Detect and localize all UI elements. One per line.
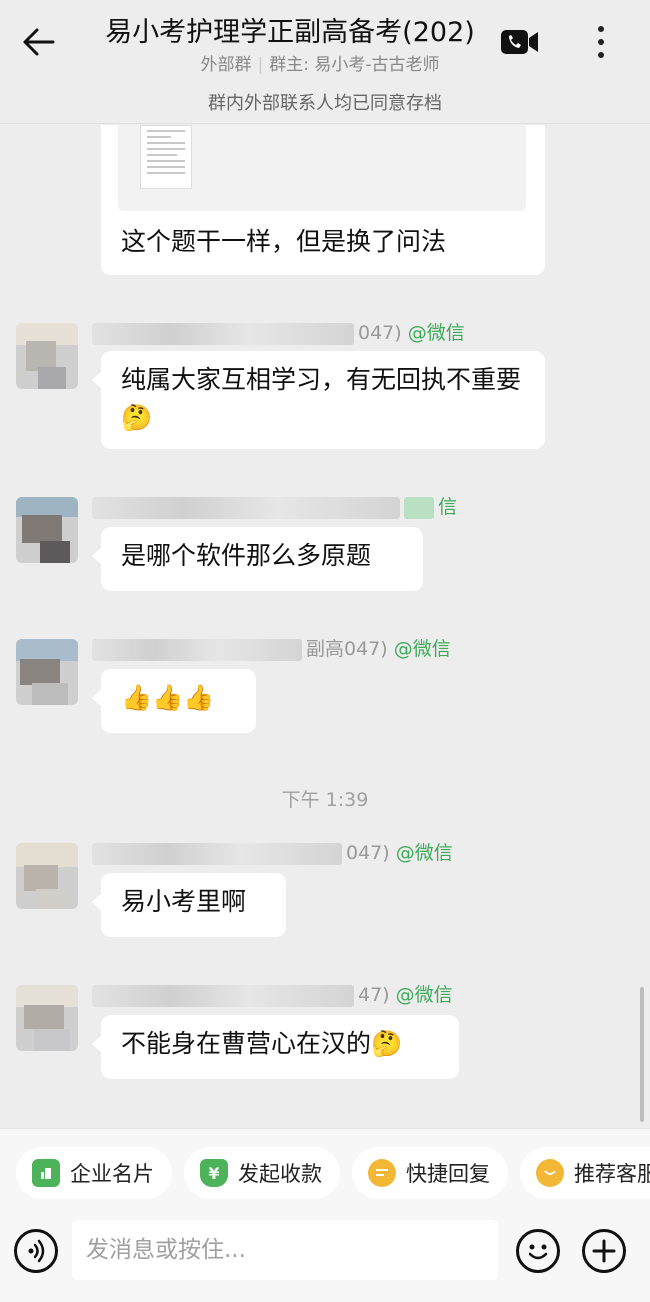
scrollbar[interactable] <box>640 987 644 1122</box>
more-functions-button[interactable] <box>582 1229 626 1273</box>
group-title[interactable]: 易小考护理学正副高备考(202) <box>90 10 490 49</box>
input-bar <box>0 1214 650 1302</box>
avatar[interactable] <box>16 639 78 705</box>
voice-input-button[interactable] <box>14 1229 58 1273</box>
message-bubble[interactable]: 易小考里啊 <box>92 873 286 937</box>
message-text: 不能身在曹营心在汉的🤔 <box>121 1029 403 1058</box>
message-text: 易小考里啊 <box>121 887 247 916</box>
group-owner-label: 群主: 易小考-古古老师 <box>269 55 440 75</box>
business-card-button[interactable]: 企业名片 <box>16 1147 172 1199</box>
video-call-icon <box>501 30 538 54</box>
recommend-service-button[interactable]: 推荐客服 <box>520 1147 650 1199</box>
subtitle-separator: | <box>257 55 264 75</box>
recommend-service-icon <box>536 1159 564 1187</box>
wechat-tag: @微信 <box>395 984 453 1006</box>
quick-action-label: 企业名片 <box>70 1162 154 1186</box>
more-options-button[interactable] <box>588 22 614 62</box>
quick-action-label: 快捷回复 <box>406 1162 490 1186</box>
message-text: 纯属大家互相学习，有无回执不重要🤔 <box>121 365 522 432</box>
dot-icon <box>598 39 604 45</box>
wechat-tag: @微信 <box>393 638 451 660</box>
message-list[interactable]: 这个题干一样，但是换了问法 047) @微信 纯属大家互相学习，有无回执不重要🤔… <box>0 125 650 1125</box>
payment-icon: ¥ <box>200 1159 228 1187</box>
dot-icon <box>598 26 604 32</box>
quick-action-bar[interactable]: 企业名片 ¥ 发起收款 快捷回复 推荐客服 <box>0 1128 650 1214</box>
message-text: 是哪个软件那么多原题 <box>121 541 372 570</box>
quick-reply-button[interactable]: 快捷回复 <box>352 1147 508 1199</box>
wechat-tag: 信 <box>438 496 458 518</box>
quick-reply-icon <box>368 1159 396 1187</box>
sender-suffix: 副高047) <box>306 638 388 660</box>
message-bubble[interactable]: 不能身在曹营心在汉的🤔 <box>92 1015 459 1079</box>
back-button[interactable] <box>18 22 58 62</box>
emoji-button[interactable] <box>516 1229 560 1273</box>
archive-notice: 群内外部联系人均已同意存档 <box>0 84 650 124</box>
avatar[interactable] <box>16 323 78 389</box>
sender-name: 047) @微信 <box>92 319 465 347</box>
message-input[interactable] <box>72 1220 498 1280</box>
message-text: 这个题干一样，但是换了问法 <box>121 227 447 256</box>
sender-suffix: 47) <box>358 984 390 1006</box>
voice-icon <box>28 1239 45 1263</box>
group-subtitle: 外部群 | 群主: 易小考-古古老师 <box>120 50 520 75</box>
business-card-icon <box>32 1159 60 1187</box>
message-bubble[interactable]: 是哪个软件那么多原题 <box>92 527 423 591</box>
avatar[interactable] <box>16 843 78 909</box>
document-thumbnail <box>140 125 192 189</box>
sender-suffix: 047) <box>346 842 390 864</box>
wechat-tag: @微信 <box>407 322 465 344</box>
sender-name: 047) @微信 <box>92 839 453 867</box>
sender-name: 47) @微信 <box>92 981 453 1009</box>
avatar[interactable] <box>16 497 78 563</box>
chat-header: 易小考护理学正副高备考(202) 外部群 | 群主: 易小考-古古老师 <box>0 0 650 84</box>
smiley-icon <box>528 1244 548 1260</box>
sender-suffix: 047) <box>358 322 402 344</box>
image-attachment[interactable] <box>118 125 526 211</box>
avatar[interactable] <box>16 985 78 1051</box>
quick-action-label: 发起收款 <box>238 1162 322 1186</box>
wechat-tag: @微信 <box>395 842 453 864</box>
dot-icon <box>598 52 604 58</box>
arrow-left-icon <box>23 28 55 56</box>
sender-name: 信 <box>92 493 457 521</box>
external-group-label: 外部群 <box>200 55 252 75</box>
video-call-button[interactable] <box>500 26 540 58</box>
message-text: 👍👍👍 <box>121 683 215 712</box>
timestamp: 下午 1:39 <box>281 789 369 811</box>
sender-name: 副高047) @微信 <box>92 635 451 663</box>
plus-icon <box>592 1239 616 1263</box>
message-bubble[interactable]: 👍👍👍 <box>92 669 256 733</box>
message-bubble[interactable]: 纯属大家互相学习，有无回执不重要🤔 <box>92 351 545 449</box>
quick-action-label: 推荐客服 <box>574 1162 650 1186</box>
payment-button[interactable]: ¥ 发起收款 <box>184 1147 340 1199</box>
